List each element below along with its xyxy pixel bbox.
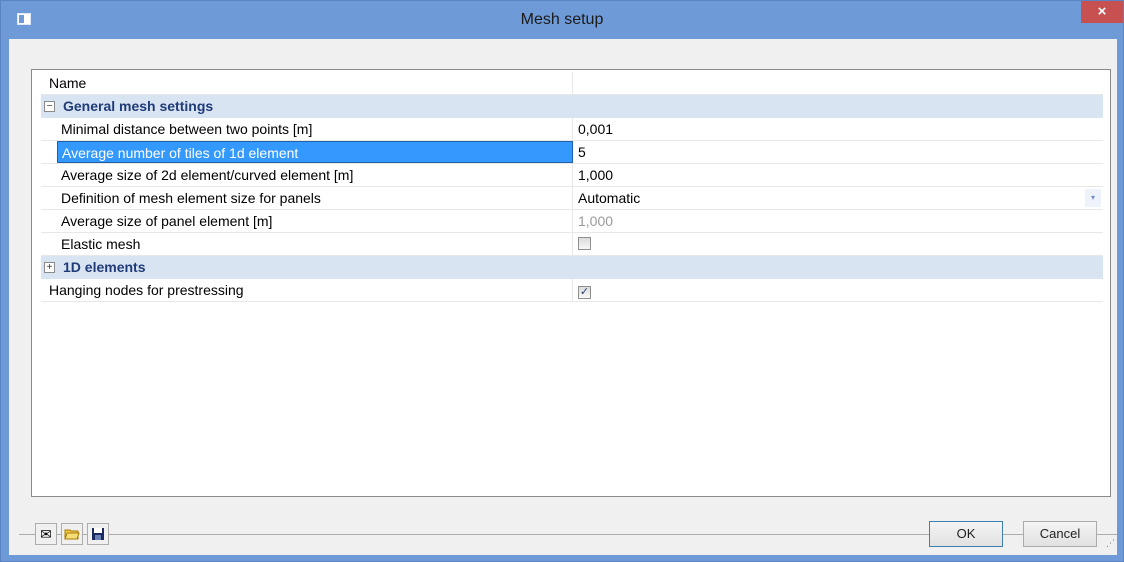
resize-grip-icon[interactable]: ⋰ xyxy=(1106,539,1115,548)
ok-button[interactable]: OK xyxy=(929,521,1003,547)
row-indent xyxy=(41,233,57,255)
hanging-nodes-checkbox[interactable]: ✓ xyxy=(578,286,591,299)
group-general-mesh-settings[interactable]: − General mesh settings xyxy=(41,95,1103,118)
cancel-button[interactable]: Cancel xyxy=(1023,521,1097,547)
row-indent xyxy=(41,187,57,209)
property-row-elastic-mesh[interactable]: Elastic mesh xyxy=(41,233,1103,256)
row-indent xyxy=(41,164,57,186)
title-bar[interactable]: Mesh setup × xyxy=(1,1,1123,39)
property-row-hanging-nodes[interactable]: Hanging nodes for prestressing ✓ xyxy=(41,279,1103,302)
property-row-name[interactable]: Name xyxy=(41,72,1103,95)
row-indent xyxy=(41,118,57,140)
property-label: Average number of tiles of 1d element xyxy=(57,141,573,163)
property-row-average-size-2d[interactable]: Average size of 2d element/curved elemen… xyxy=(41,164,1103,187)
property-label: Average size of panel element [m] xyxy=(57,210,573,232)
property-label: Definition of mesh element size for pane… xyxy=(57,187,573,209)
row-indent xyxy=(41,210,57,232)
open-folder-icon[interactable] xyxy=(61,523,83,545)
property-row-average-tiles[interactable]: Average number of tiles of 1d element 5 xyxy=(41,141,1103,164)
property-row-panel-element-size[interactable]: Average size of panel element [m] 1,000 xyxy=(41,210,1103,233)
panel-size-definition-select[interactable]: Automatic ▾ xyxy=(574,187,1103,209)
selected-option: Automatic xyxy=(578,190,641,206)
new-file-icon[interactable]: ✉ xyxy=(35,523,57,545)
group-1d-elements[interactable]: + 1D elements xyxy=(41,256,1103,279)
close-button[interactable]: × xyxy=(1081,1,1123,23)
property-row-panel-size-definition[interactable]: Definition of mesh element size for pane… xyxy=(41,187,1103,210)
elastic-mesh-checkbox[interactable] xyxy=(578,237,591,250)
property-label: Name xyxy=(41,72,573,94)
hanging-nodes-cell: ✓ xyxy=(574,279,1103,301)
dropdown-arrow-icon[interactable]: ▾ xyxy=(1085,189,1101,207)
save-disk-icon[interactable] xyxy=(87,523,109,545)
panel-element-size-field: 1,000 xyxy=(578,213,614,229)
name-value-field[interactable] xyxy=(574,72,1103,94)
bottom-toolbar: ✉ OK Cancel ⋰ xyxy=(19,519,1117,549)
property-grid: Name − General mesh settings Minimal dis… xyxy=(31,69,1111,497)
average-tiles-field[interactable]: 5 xyxy=(574,141,1103,163)
group-label: 1D elements xyxy=(63,259,146,275)
property-label: Elastic mesh xyxy=(57,233,573,255)
property-label: Minimal distance between two points [m] xyxy=(57,118,573,140)
property-label: Hanging nodes for prestressing xyxy=(41,279,573,301)
expand-icon[interactable]: + xyxy=(44,262,55,273)
collapse-icon[interactable]: − xyxy=(44,101,55,112)
elastic-mesh-cell xyxy=(574,233,1103,255)
dialog-title: Mesh setup xyxy=(520,11,604,28)
disk-shape xyxy=(92,528,104,540)
group-label: General mesh settings xyxy=(63,98,214,114)
minimal-distance-field[interactable]: 0,001 xyxy=(574,118,1103,140)
property-row-minimal-distance[interactable]: Minimal distance between two points [m] … xyxy=(41,118,1103,141)
dialog-client-area: Name − General mesh settings Minimal dis… xyxy=(9,39,1117,555)
row-indent xyxy=(41,141,57,163)
property-label: Average size of 2d element/curved elemen… xyxy=(57,164,573,186)
folder-shape xyxy=(64,529,80,540)
mesh-setup-dialog: Mesh setup × Name − General mesh setting… xyxy=(0,0,1124,562)
average-size-2d-field[interactable]: 1,000 xyxy=(574,164,1103,186)
